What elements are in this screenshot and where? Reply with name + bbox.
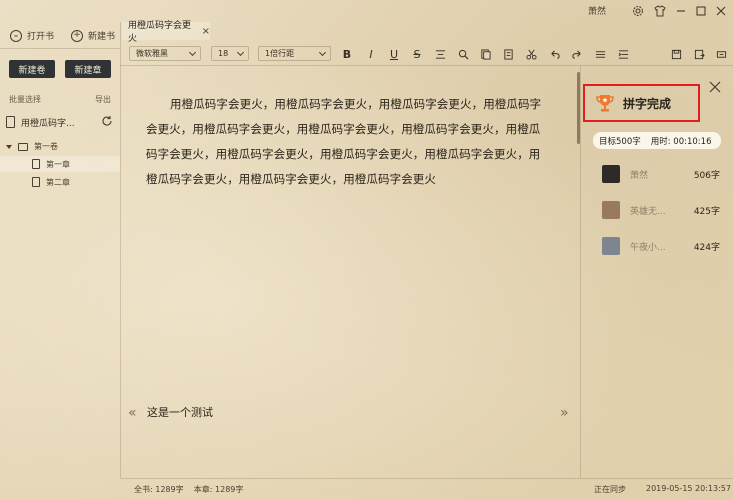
trophy-icon [596, 95, 614, 112]
plus-icon: + [71, 29, 83, 42]
bold-icon[interactable]: B [340, 47, 354, 61]
chevron-down-icon [318, 48, 327, 57]
tab-title: 用橙瓜码字会更火 [128, 21, 192, 44]
redo-icon[interactable] [570, 47, 584, 61]
pages-icon[interactable] [478, 47, 492, 61]
avatar [602, 237, 620, 255]
line-spacing-select[interactable]: 1倍行距 [258, 46, 331, 61]
volume-label: 第一卷 [34, 142, 58, 151]
word-count: 全书: 1289字 本章: 1289字 [134, 484, 243, 495]
completion-title: 拼字完成 [623, 96, 672, 111]
search-icon[interactable] [456, 47, 470, 61]
editor-separator [580, 66, 581, 478]
font-size-value: 18 [218, 49, 229, 58]
document-icon [32, 177, 40, 187]
format-icon[interactable] [616, 47, 630, 61]
close-icon[interactable] [714, 4, 728, 18]
folder-icon [18, 142, 28, 151]
shirt-icon[interactable] [653, 4, 667, 18]
avatar [602, 165, 620, 183]
gear-icon[interactable] [631, 4, 645, 18]
stats-pill: 目标500字 用时: 00:10:16 [593, 132, 721, 149]
refresh-icon[interactable] [101, 115, 113, 127]
elapsed-time: 用时: 00:10:16 [650, 136, 712, 147]
list-icon[interactable] [593, 47, 607, 61]
new-book-button[interactable]: + 新建书 [71, 29, 115, 42]
next-chapter-button[interactable]: » [560, 405, 569, 421]
chapter-label: 第二章 [46, 177, 70, 187]
book-item[interactable]: 用橙瓜码字... [6, 114, 116, 130]
status-bar: 全书: 1289字 本章: 1289字 正在同步 2019-05-15 20:1… [120, 478, 733, 500]
open-book-label: 打开书 [27, 32, 55, 42]
document-icon [32, 159, 40, 169]
app-window: 萧然 ⌄ 打开书 + 新建书 新建卷 新建章 批量选择 导出 用橙瓜码字... … [0, 0, 733, 500]
total-word-count: 全书: 1289字 [134, 485, 184, 494]
editor-content[interactable]: 用橙瓜码字会更火，用橙瓜码字会更火，用橙瓜码字会更火，用橙瓜码字会更火，用橙瓜码… [146, 92, 546, 192]
sidebar-divider [0, 48, 120, 49]
chevron-down-icon: ⌄ [10, 29, 22, 42]
maximize-icon[interactable] [694, 4, 708, 18]
ranking-count: 506字 [693, 170, 720, 181]
chapter-item[interactable]: 第二章 [0, 174, 120, 190]
prev-chapter-button[interactable]: « [128, 405, 137, 421]
format-toolbar: 微软雅黑 18 1倍行距 B I U S [120, 42, 733, 64]
panel-close-icon[interactable] [708, 80, 722, 94]
strikethrough-icon[interactable]: S [410, 47, 424, 61]
target-label: 目标500字 [599, 136, 641, 147]
save-icon[interactable] [669, 47, 683, 61]
fullscreen-icon[interactable] [714, 47, 728, 61]
completion-banner: 拼字完成 [583, 84, 700, 122]
ranking-name: 萧然 [630, 170, 649, 181]
ranking-name: 午夜小... [630, 242, 666, 253]
ranking-count: 424字 [693, 242, 720, 253]
new-book-label: 新建书 [88, 32, 116, 42]
chevron-down-icon [236, 48, 245, 57]
font-select[interactable]: 微软雅黑 [129, 46, 201, 61]
chapter-label: 第一章 [46, 159, 70, 169]
font-value: 微软雅黑 [136, 49, 168, 58]
font-size-select[interactable]: 18 [211, 46, 249, 61]
title-bar: 萧然 [0, 0, 733, 22]
batch-select-link[interactable]: 批量选择 [9, 94, 41, 105]
caret-down-icon [6, 144, 12, 149]
chapter-item[interactable]: 第一章 [0, 156, 120, 172]
avatar [602, 201, 620, 219]
line-spacing-value: 1倍行距 [265, 49, 295, 58]
export-icon[interactable] [692, 47, 706, 61]
new-chapter-button[interactable]: 新建章 [65, 60, 111, 78]
book-title: 用橙瓜码字... [21, 118, 75, 129]
ranking-count: 425字 [693, 206, 720, 217]
align-icon[interactable] [433, 47, 447, 61]
sidebar: ⌄ 打开书 + 新建书 新建卷 新建章 批量选择 导出 用橙瓜码字... 第一卷… [0, 22, 120, 500]
undo-icon[interactable] [547, 47, 561, 61]
close-tab-icon[interactable]: × [202, 26, 210, 37]
new-volume-button[interactable]: 新建卷 [9, 60, 55, 78]
ranking-row[interactable]: 午夜小... 424字 [602, 236, 722, 256]
chapter-word-count: 本章: 1289字 [193, 485, 244, 494]
open-book-button[interactable]: ⌄ 打开书 [10, 29, 54, 42]
underline-icon[interactable]: U [387, 47, 401, 61]
sync-status: 正在同步 [594, 485, 626, 494]
note-text: 这是一个测试 [147, 406, 213, 419]
ranking-row[interactable]: 英雄无... 425字 [602, 200, 722, 220]
ranking-row[interactable]: 萧然 506字 [602, 164, 722, 184]
ranking-name: 英雄无... [630, 206, 666, 217]
username[interactable]: 萧然 [588, 4, 606, 17]
volume-item[interactable]: 第一卷 [6, 141, 58, 152]
tab-document[interactable]: 用橙瓜码字会更火 × [122, 21, 210, 44]
italic-icon[interactable]: I [364, 47, 378, 61]
notebook-icon[interactable] [501, 47, 515, 61]
chevron-down-icon [188, 48, 197, 57]
scissors-icon[interactable] [524, 47, 538, 61]
book-icon [6, 116, 15, 128]
minimize-icon[interactable] [674, 4, 688, 18]
status-datetime: 2019-05-15 20:13:57 [646, 484, 731, 493]
export-link[interactable]: 导出 [95, 94, 111, 105]
